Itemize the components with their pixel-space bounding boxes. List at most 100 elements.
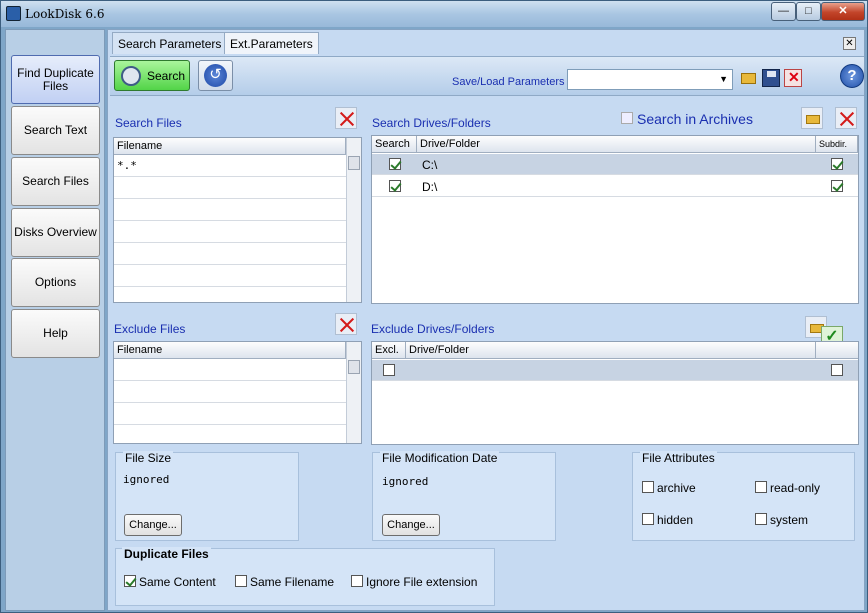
read-only-checkbox[interactable]: [755, 481, 767, 493]
column-search: Search: [372, 136, 417, 153]
column-subdir: Subdir.: [816, 136, 858, 153]
table-row[interactable]: C:\: [372, 154, 858, 175]
search-checkbox[interactable]: [389, 158, 401, 170]
duplicate-files-group: Duplicate Files Same Content Same Filena…: [115, 547, 495, 606]
search-button-label: Search: [147, 68, 186, 83]
clear-exclude-files-icon[interactable]: [335, 313, 357, 335]
undo-icon: ↺: [204, 64, 227, 87]
archive-label: archive: [657, 481, 696, 495]
scroll-thumb[interactable]: [348, 360, 360, 374]
search-drives-title: Search Drives/Folders: [372, 116, 491, 130]
saveload-label: Save/Load Parameters: [452, 76, 565, 88]
table-row[interactable]: [114, 178, 346, 199]
subdir-checkbox[interactable]: [831, 180, 843, 192]
vertical-scrollbar[interactable]: [346, 138, 361, 302]
nav-options[interactable]: Options: [11, 258, 100, 307]
archive-checkbox[interactable]: [642, 481, 654, 493]
column-excl: Excl.: [372, 342, 406, 359]
table-row[interactable]: [114, 200, 346, 221]
column-drive-folder: Drive/Folder: [417, 136, 816, 153]
maximize-icon[interactable]: □: [796, 2, 821, 21]
magnifier-icon: [121, 65, 141, 86]
saveload-select[interactable]: ▼: [567, 69, 733, 90]
same-content-checkbox[interactable]: [124, 575, 136, 587]
close-icon[interactable]: ✕: [821, 2, 865, 21]
clear-search-files-icon[interactable]: [335, 107, 357, 129]
app-icon: [6, 6, 21, 21]
table-row[interactable]: [114, 404, 346, 425]
table-row[interactable]: D:\: [372, 176, 858, 197]
grid-header: Excl. Drive/Folder: [372, 342, 858, 359]
file-size-title: File Size: [123, 451, 174, 465]
system-label: system: [770, 513, 809, 527]
file-size-change-button[interactable]: Change...: [124, 514, 182, 536]
open-folder-icon[interactable]: [740, 69, 758, 87]
subdir-checkbox[interactable]: [831, 158, 843, 170]
help-icon[interactable]: ?: [840, 64, 864, 88]
hidden-checkbox[interactable]: [642, 513, 654, 525]
title-bar: LookDisk 6.6 — □ ✕: [1, 1, 867, 27]
file-attributes-group: File Attributes archive read-only hidden…: [632, 451, 855, 541]
exclude-files-grid: Filename: [113, 341, 362, 444]
chevron-down-icon: ▼: [719, 74, 728, 84]
column-drive-folder: Drive/Folder: [406, 342, 816, 359]
file-date-change-button[interactable]: Change...: [382, 514, 440, 536]
same-filename-label: Same Filename: [250, 575, 335, 589]
search-checkbox[interactable]: [389, 180, 401, 192]
scroll-thumb[interactable]: [348, 156, 360, 170]
table-row[interactable]: [114, 244, 346, 265]
delete-icon[interactable]: ✕: [784, 69, 802, 87]
tab-search-parameters[interactable]: Search Parameters: [112, 32, 228, 54]
left-nav: Find Duplicate Files Search Text Search …: [5, 29, 105, 611]
same-content-label: Same Content: [139, 575, 216, 589]
add-folder-icon[interactable]: [801, 107, 823, 129]
exclude-drives-grid: Excl. Drive/Folder: [371, 341, 859, 445]
close-tab-icon[interactable]: ✕: [843, 37, 856, 50]
exclude-files-title: Exclude Files: [114, 322, 186, 336]
nav-search-text[interactable]: Search Text: [11, 106, 100, 155]
back-button[interactable]: ↺: [198, 60, 233, 91]
column-filename: Filename: [114, 342, 346, 359]
nav-disks-overview[interactable]: Disks Overview: [11, 208, 100, 257]
nav-search-files[interactable]: Search Files: [11, 157, 100, 206]
nav-find-duplicate-files[interactable]: Find Duplicate Files: [11, 55, 100, 104]
file-date-title: File Modification Date: [380, 451, 500, 465]
file-attributes-title: File Attributes: [640, 451, 717, 465]
system-checkbox[interactable]: [755, 513, 767, 525]
tab-ext-parameters[interactable]: Ext.Parameters: [224, 32, 319, 54]
column-filename: Filename: [114, 138, 346, 155]
duplicate-files-title: Duplicate Files: [122, 547, 211, 561]
table-row[interactable]: [114, 222, 346, 243]
search-button[interactable]: Search: [114, 60, 190, 91]
minimize-icon[interactable]: —: [771, 2, 796, 21]
same-filename-checkbox[interactable]: [235, 575, 247, 587]
toolbar: Search ↺ Save/Load Parameters ▼ ✕ ?: [110, 56, 864, 96]
table-row[interactable]: [372, 360, 858, 381]
vertical-scrollbar[interactable]: [346, 342, 361, 443]
table-row[interactable]: *.*: [114, 156, 346, 177]
nav-label: Find Duplicate Files: [17, 65, 94, 93]
exclude-drives-title: Exclude Drives/Folders: [371, 322, 495, 336]
app-window: LookDisk 6.6 — □ ✕ Find Duplicate Files …: [0, 0, 868, 613]
search-in-archives-checkbox[interactable]: [621, 112, 633, 124]
table-row[interactable]: [114, 266, 346, 287]
file-date-value: ignored: [382, 475, 429, 488]
remove-folder-icon[interactable]: [835, 107, 857, 129]
nav-label: Help: [43, 326, 68, 340]
search-files-title: Search Files: [115, 116, 182, 130]
exclude-checkbox[interactable]: [383, 364, 395, 376]
main-panel: Search Parameters Ext.Parameters ✕ Searc…: [107, 29, 865, 611]
subdir-checkbox[interactable]: [831, 364, 843, 376]
file-date-group: File Modification Date ignored Change...: [372, 451, 556, 541]
save-icon[interactable]: [762, 69, 780, 87]
nav-help[interactable]: Help: [11, 309, 100, 358]
drive-path: C:\: [422, 158, 438, 172]
ignore-extension-checkbox[interactable]: [351, 575, 363, 587]
search-files-grid: Filename *.*: [113, 137, 362, 303]
search-in-archives-label: Search in Archives: [637, 111, 753, 127]
table-row[interactable]: [114, 360, 346, 381]
file-size-group: File Size ignored Change...: [115, 451, 299, 541]
table-row[interactable]: [114, 382, 346, 403]
hidden-label: hidden: [657, 513, 694, 527]
ignore-extension-label: Ignore File extension: [366, 575, 478, 589]
